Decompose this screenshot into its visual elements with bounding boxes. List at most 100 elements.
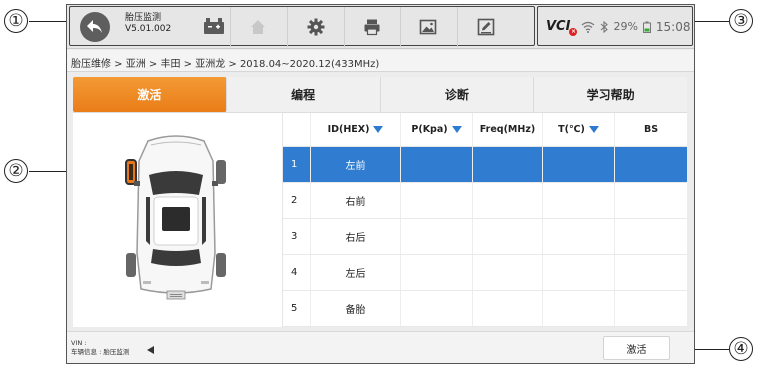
row-temperature <box>543 219 615 254</box>
battery-percent: 29% <box>613 20 638 33</box>
row-pressure <box>401 219 473 254</box>
vci-status: VCI × <box>546 19 578 36</box>
callout-3: ③ <box>729 9 753 33</box>
header-id-label: ID(HEX) <box>327 124 370 135</box>
row-pressure <box>401 147 473 182</box>
back-icon <box>87 20 102 33</box>
table-row[interactable]: 4 左后 <box>283 255 687 291</box>
row-battery-status <box>615 147 687 182</box>
header-id[interactable]: ID(HEX) <box>311 113 401 146</box>
row-frequency <box>473 183 543 218</box>
app-title: 胎压监测 V5.01.002 <box>125 13 171 35</box>
callout-number: ② <box>4 159 28 183</box>
callout-3-leader <box>693 21 729 22</box>
callout-4: ④ <box>729 337 753 361</box>
row-index: 1 <box>283 147 311 182</box>
activate-button[interactable]: 激活 <box>603 336 670 360</box>
vci-connector-icon[interactable] <box>203 17 225 35</box>
bluetooth-icon <box>601 20 609 33</box>
header-pressure-label: P(Kpa) <box>411 124 448 135</box>
back-button[interactable] <box>80 12 110 42</box>
header-temperature-label: T(℃) <box>558 124 585 135</box>
separator <box>287 7 288 47</box>
vci-label: VCI <box>546 19 571 34</box>
row-battery-status <box>615 219 687 254</box>
tab-diagnose[interactable]: 诊断 <box>381 77 535 112</box>
edit-button[interactable] <box>476 17 496 37</box>
table-header: ID(HEX) P(Kpa) Freq(MHz) T(℃) BS <box>283 113 687 147</box>
vci-disconnected-icon: × <box>569 28 578 36</box>
row-temperature <box>543 291 615 326</box>
callout-number: ③ <box>729 9 753 33</box>
settings-icon <box>307 18 325 36</box>
sort-down-icon <box>373 126 384 133</box>
status-bar: VCI × 29% 15:08 <box>537 6 693 46</box>
vin-label: VIN : <box>71 339 87 347</box>
row-frequency <box>473 255 543 290</box>
row-frequency <box>473 291 543 326</box>
row-position: 左前 <box>311 147 401 182</box>
status-items: VCI × 29% 15:08 <box>546 19 691 36</box>
print-button[interactable] <box>362 17 382 37</box>
breadcrumb: 胎压维修 > 亚洲 > 丰田 > 亚洲龙 > 2018.04~2020.12(4… <box>67 50 694 72</box>
separator <box>344 7 345 47</box>
footer-bar: VIN : 车辆信息 : 胎压监测 激活 <box>67 331 694 363</box>
tire-rear-right[interactable] <box>216 253 226 277</box>
table-row[interactable]: 3 右后 <box>283 219 687 255</box>
table-row[interactable]: 2 右前 <box>283 183 687 219</box>
tire-front-right[interactable] <box>216 160 226 184</box>
image-icon <box>419 19 437 35</box>
vehicle-tire-panel <box>73 113 283 327</box>
table-row[interactable]: 5 备胎 <box>283 291 687 327</box>
header-frequency: Freq(MHz) <box>473 113 543 146</box>
separator <box>457 7 458 47</box>
callout-1-leader <box>29 21 67 22</box>
tpms-sensor-table: ID(HEX) P(Kpa) Freq(MHz) T(℃) BS 1 左前 2 … <box>283 113 687 327</box>
row-index: 5 <box>283 291 311 326</box>
separator <box>230 7 231 47</box>
row-frequency <box>473 219 543 254</box>
sort-down-icon <box>588 126 599 133</box>
table-row[interactable]: 1 左前 <box>283 147 687 183</box>
wifi-icon <box>582 21 595 33</box>
row-pressure <box>401 183 473 218</box>
row-index: 4 <box>283 255 311 290</box>
app-version: V5.01.002 <box>125 24 172 34</box>
header-pressure[interactable]: P(Kpa) <box>401 113 473 146</box>
tab-program[interactable]: 编程 <box>227 77 381 112</box>
vehicle-info-text: 车辆信息 : 胎压监测 <box>71 348 130 356</box>
row-position: 备胎 <box>311 291 401 326</box>
callout-1: ① <box>4 9 28 33</box>
row-pressure <box>401 291 473 326</box>
battery-icon <box>642 21 651 33</box>
screenshot-button[interactable] <box>418 17 438 37</box>
header-battery-status: BS <box>643 124 659 135</box>
row-position: 右后 <box>311 219 401 254</box>
top-toolbar: 胎压监测 V5.01.002 VCI × 29% 15:08 <box>67 5 694 49</box>
device-screen: 胎压监测 V5.01.002 VCI × 29% 15:08 胎压维修 > 亚洲… <box>66 4 695 364</box>
row-position: 右前 <box>311 183 401 218</box>
row-temperature <box>543 255 615 290</box>
header-temperature[interactable]: T(℃) <box>543 113 615 146</box>
tab-activate[interactable]: 激活 <box>73 77 227 112</box>
tire-rear-left[interactable] <box>126 253 136 277</box>
collapse-arrow-icon[interactable] <box>147 346 154 354</box>
toolbar-group: 胎压监测 V5.01.002 <box>69 6 535 47</box>
settings-button[interactable] <box>306 17 326 37</box>
home-button[interactable] <box>248 17 268 37</box>
tab-learn-help[interactable]: 学习帮助 <box>534 77 687 112</box>
function-tabs: 激活 编程 诊断 学习帮助 <box>73 77 687 113</box>
separator <box>400 7 401 47</box>
clock: 15:08 <box>655 19 691 34</box>
row-position: 左后 <box>311 255 401 290</box>
vehicle-info: VIN : 车辆信息 : 胎压监测 <box>71 339 129 357</box>
row-frequency <box>473 147 543 182</box>
row-battery-status <box>615 183 687 218</box>
row-index: 2 <box>283 183 311 218</box>
print-icon <box>364 19 380 36</box>
car-top-view-icon <box>125 135 226 300</box>
row-battery-status <box>615 255 687 290</box>
row-index: 3 <box>283 219 311 254</box>
edit-icon <box>477 18 495 36</box>
app-name: 胎压监测 <box>125 13 162 23</box>
